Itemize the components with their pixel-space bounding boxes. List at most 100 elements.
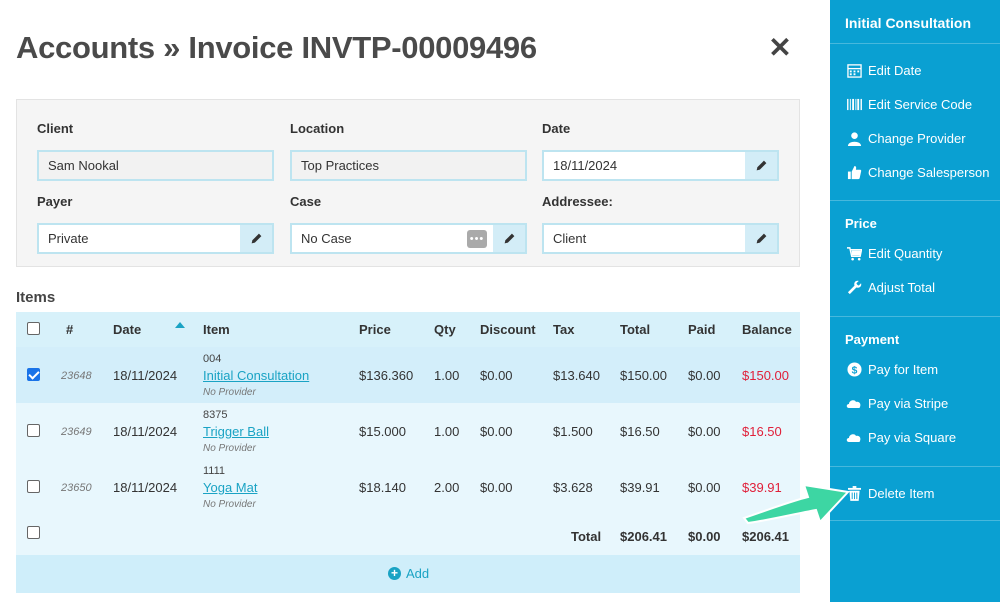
add-item-button[interactable]: + Add (388, 566, 429, 581)
row-total: $39.91 (620, 480, 660, 495)
column-header-total[interactable]: Total (620, 322, 650, 337)
row-item-code: 8375 (203, 409, 228, 421)
highlight-arrow-icon (742, 483, 851, 525)
sidebar-item-edit-service-code[interactable]: Edit Service Code (846, 96, 972, 112)
edit-payer-pencil-button[interactable] (240, 225, 272, 252)
barcode-icon (846, 96, 862, 112)
row-provider: No Provider (203, 499, 256, 510)
sidebar-item-change-salesperson[interactable]: Change Salesperson (846, 164, 989, 180)
column-header-date[interactable]: Date (113, 322, 141, 337)
client-input[interactable]: Sam Nookal (37, 150, 274, 181)
select-all-checkbox[interactable] (27, 322, 40, 335)
date-input[interactable]: 18/11/2024 (542, 150, 779, 181)
sidebar-item-label: Pay for Item (868, 361, 939, 377)
sidebar-item-label: Change Provider (868, 130, 966, 146)
column-header-number: # (66, 322, 74, 337)
sidebar-item-edit-quantity[interactable]: Edit Quantity (846, 245, 942, 261)
payer-value: Private (48, 231, 89, 246)
sidebar-item-label: Edit Date (868, 62, 922, 78)
row-price: $15.000 (359, 424, 406, 439)
sidebar-title: Initial Consultation (845, 15, 971, 31)
case-value: No Case (301, 231, 352, 246)
items-heading: Items (16, 289, 56, 306)
sidebar-item-label: Change Salesperson (868, 164, 990, 180)
close-button[interactable]: ✕ (768, 34, 792, 62)
row-paid: $0.00 (688, 480, 721, 495)
pencil-icon (251, 233, 261, 244)
cloud-icon (846, 395, 862, 411)
table-row[interactable]: 23649 18/11/2024 8375 Trigger Ball No Pr… (16, 403, 800, 459)
row-item-link[interactable]: Yoga Mat (203, 480, 257, 495)
row-paid: $0.00 (688, 424, 721, 439)
sidebar-item-edit-date[interactable]: Edit Date (846, 62, 921, 78)
totals-label: Total (571, 529, 602, 544)
row-date: 18/11/2024 (113, 424, 178, 439)
row-price: $18.140 (359, 480, 406, 495)
table-row[interactable]: 23650 18/11/2024 1111 Yoga Mat No Provid… (16, 459, 800, 515)
column-header-item[interactable]: Item (203, 322, 230, 337)
sort-ascending-icon[interactable] (175, 322, 185, 328)
pencil-icon (504, 233, 514, 244)
thumbs-up-icon (846, 164, 862, 180)
payer-input[interactable]: Private (37, 223, 274, 254)
row-qty: 2.00 (434, 480, 460, 495)
cart-icon (846, 245, 862, 261)
items-table: # Date Item Price Qty Discount Tax Total… (16, 312, 800, 593)
sidebar-divider (830, 520, 1000, 521)
table-row[interactable]: 23648 18/11/2024 004 Initial Consultatio… (16, 347, 800, 403)
client-value: Sam Nookal (48, 158, 119, 173)
row-item-link[interactable]: Initial Consultation (203, 368, 309, 383)
sidebar-item-label: Adjust Total (868, 279, 935, 295)
payer-field: Payer Private (37, 194, 274, 254)
addressee-input[interactable]: Client (542, 223, 779, 254)
sidebar-item-delete-item[interactable]: Delete Item (846, 485, 934, 501)
row-item-code: 1111 (203, 465, 226, 477)
column-header-qty[interactable]: Qty (434, 322, 456, 337)
pencil-icon (756, 233, 766, 244)
plus-circle-icon: + (388, 567, 401, 580)
row-checkbox[interactable] (27, 480, 40, 493)
sidebar-divider (830, 43, 1000, 44)
row-id: 23649 (61, 426, 92, 438)
column-header-price[interactable]: Price (359, 322, 391, 337)
row-checkbox[interactable] (27, 368, 40, 381)
addressee-label: Addressee: (542, 194, 613, 209)
sidebar-item-pay-via-stripe[interactable]: Pay via Stripe (846, 395, 948, 411)
column-header-discount[interactable]: Discount (480, 322, 536, 337)
table-header: # Date Item Price Qty Discount Tax Total… (16, 312, 800, 347)
sidebar-item-adjust-total[interactable]: Adjust Total (846, 279, 935, 295)
edit-date-pencil-button[interactable] (745, 152, 777, 179)
sidebar-item-pay-for-item[interactable]: $ Pay for Item (846, 361, 938, 377)
totals-row: Total $206.41 $0.00 $206.41 (16, 515, 800, 555)
client-label: Client (37, 121, 74, 136)
edit-case-pencil-button[interactable] (493, 225, 525, 252)
row-tax: $1.500 (553, 424, 593, 439)
row-qty: 1.00 (434, 424, 460, 439)
totals-total: $206.41 (620, 529, 667, 544)
case-label: Case (290, 194, 322, 209)
case-input[interactable]: No Case ••• (290, 223, 527, 254)
location-input[interactable]: Top Practices (290, 150, 527, 181)
add-item-label: Add (406, 566, 430, 581)
totals-checkbox[interactable] (27, 526, 40, 539)
invoice-details-panel: Client Sam Nookal Location Top Practices… (16, 99, 800, 267)
row-discount: $0.00 (480, 368, 513, 383)
row-id: 23648 (61, 370, 92, 382)
sidebar-item-change-provider[interactable]: Change Provider (846, 130, 966, 146)
date-value: 18/11/2024 (553, 158, 618, 173)
sidebar-section-price: Price (845, 216, 877, 231)
case-options-button[interactable]: ••• (467, 229, 487, 248)
row-checkbox[interactable] (27, 424, 40, 437)
sidebar-item-label: Edit Service Code (868, 96, 973, 112)
add-item-row: + Add (16, 555, 800, 593)
column-header-balance[interactable]: Balance (742, 322, 792, 337)
sidebar-item-pay-via-square[interactable]: Pay via Square (846, 429, 956, 445)
row-discount: $0.00 (480, 480, 513, 495)
row-item-link[interactable]: Trigger Ball (203, 424, 269, 439)
svg-text:$: $ (851, 365, 857, 376)
column-header-tax[interactable]: Tax (553, 322, 574, 337)
item-actions-sidebar: Initial Consultation Edit Date Edit Serv… (830, 0, 1000, 602)
row-date: 18/11/2024 (113, 368, 178, 383)
column-header-paid[interactable]: Paid (688, 322, 715, 337)
edit-addressee-pencil-button[interactable] (745, 225, 777, 252)
